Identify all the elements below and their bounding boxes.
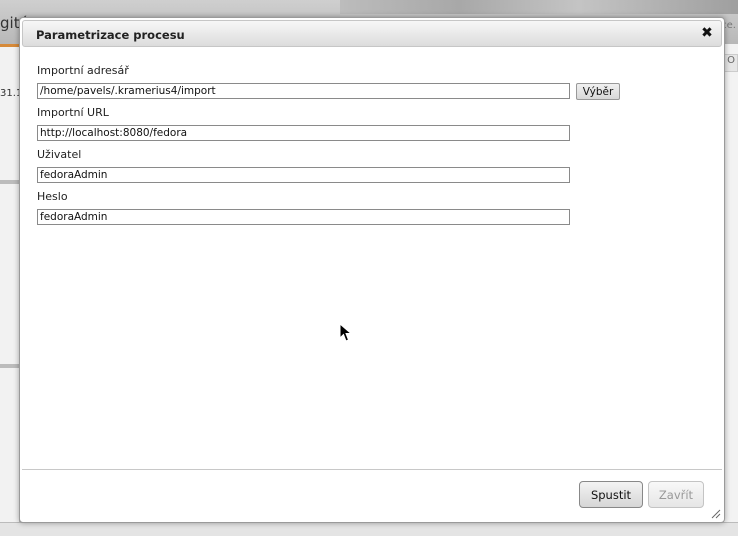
resize-handle-icon[interactable] [710,508,721,519]
mouse-cursor-icon [339,323,353,342]
background-right-tab[interactable]: O [724,54,738,72]
select-directory-button[interactable]: Výběr [576,83,620,100]
user-input[interactable] [37,167,570,183]
dialog-title: Parametrizace procesu [36,28,185,42]
background-separator [0,180,20,184]
close-icon[interactable]: ✖ [700,26,714,40]
import-directory-input[interactable] [37,83,570,99]
dialog-titlebar[interactable]: Parametrizace procesu ✖ [22,20,722,47]
background-banner [340,0,738,14]
background-right-panel: O [724,44,738,536]
background-accent-bar [0,44,20,47]
password-label: Heslo [37,190,68,203]
background-separator [0,364,20,368]
close-button[interactable]: Zavřít [648,481,704,508]
background-left-panel: 31.1 [0,44,22,536]
import-url-label: Importní URL [37,106,109,119]
user-label: Uživatel [37,148,82,161]
footer-divider [22,469,722,470]
import-directory-label: Importní adresář [37,64,129,77]
import-url-input[interactable] [37,125,570,141]
run-button[interactable]: Spustit [579,481,643,508]
process-parameters-dialog: Parametrizace procesu ✖ Importní adresář… [19,17,725,523]
password-input[interactable] [37,209,570,225]
background-bottom-bar [0,522,738,536]
